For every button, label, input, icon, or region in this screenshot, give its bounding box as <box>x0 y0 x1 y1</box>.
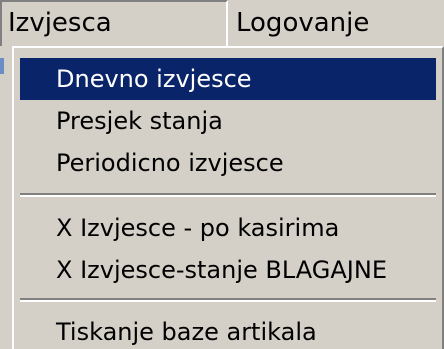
menu-item-x-izvjesce-po-kasirima[interactable]: X Izvjesce - po kasirima <box>20 207 436 249</box>
background-selection-sliver <box>0 58 4 74</box>
menu-item-periodicno-izvjesce[interactable]: Periodicno izvjesce <box>20 142 436 184</box>
menu-bar: Izvjesca Logovanje <box>0 0 444 46</box>
menu-separator <box>20 193 436 197</box>
background-window-edge <box>0 46 12 349</box>
menu-separator <box>20 298 436 302</box>
menu-item-dnevno-izvjesce[interactable]: Dnevno izvjesce <box>20 58 436 100</box>
izvjesca-dropdown-menu: Dnevno izvjesce Presjek stanja Periodicn… <box>12 46 444 349</box>
menu-izvjesca[interactable]: Izvjesca <box>0 0 228 46</box>
menu-logovanje[interactable]: Logovanje <box>236 0 436 46</box>
application-window: Izvjesca Logovanje Dnevno izvjesce Presj… <box>0 0 444 349</box>
menu-item-tiskanje-baze-artikala[interactable]: Tiskanje baze artikala <box>20 311 436 349</box>
menu-item-x-izvjesce-stanje-blagajne[interactable]: X Izvjesce-stanje BLAGAJNE <box>20 249 436 291</box>
menu-item-presjek-stanja[interactable]: Presjek stanja <box>20 100 436 142</box>
